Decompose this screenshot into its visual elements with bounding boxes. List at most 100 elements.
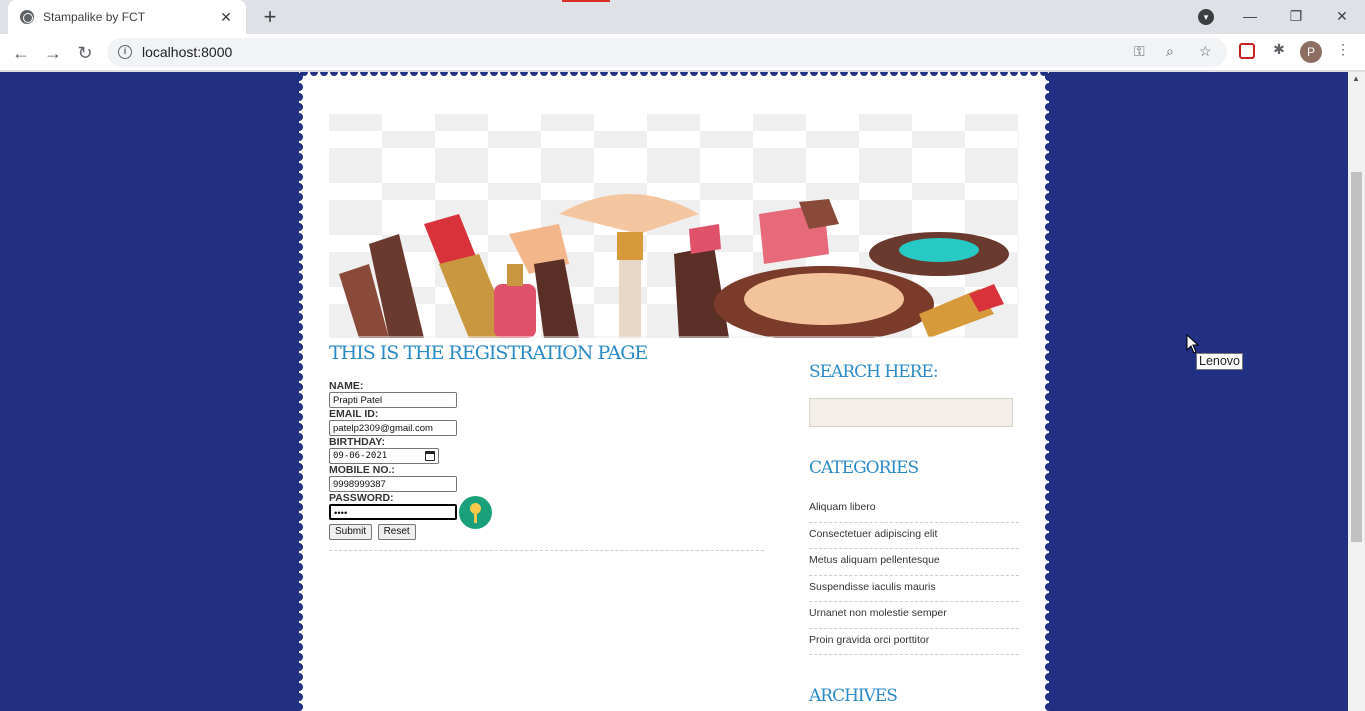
tab-search-icon[interactable]: ▾ [1198, 9, 1214, 25]
minimize-button[interactable]: — [1227, 0, 1273, 32]
stamp-perforation [295, 543, 303, 551]
zoom-icon[interactable]: ⌕ [1166, 43, 1174, 60]
key-password-icon[interactable]: ⚿ [1134, 43, 1145, 60]
category-link[interactable]: Consectetuer adipiscing elit [809, 523, 1019, 549]
tab-strip: Stampalike by FCT ✕ + ▾ — ❐ ✕ [0, 0, 1365, 34]
stamp-perforation [1045, 243, 1053, 251]
stamp-perforation [1045, 293, 1053, 301]
stamp-perforation [810, 72, 818, 76]
profile-avatar[interactable]: P [1300, 41, 1322, 63]
stamp-perforation [590, 72, 598, 76]
category-link[interactable]: Metus aliquam pellentesque [809, 549, 1019, 576]
name-input[interactable]: Prapti Patel [329, 392, 457, 408]
stamp-perforation [1045, 303, 1053, 311]
stamp-perforation [1045, 193, 1053, 201]
stamp-perforation [1045, 313, 1053, 321]
stamp-perforation [295, 133, 303, 141]
stamp-perforation [1045, 323, 1053, 331]
restore-button[interactable]: ❐ [1273, 0, 1319, 32]
sidebar-search-input[interactable] [809, 398, 1013, 427]
stamp-perforation [1045, 343, 1053, 351]
stamp-perforation [1045, 483, 1053, 491]
categories-list: Aliquam libero Consectetuer adipiscing e… [809, 496, 1019, 655]
reload-icon[interactable]: ↻ [71, 39, 99, 67]
stamp-perforation [1045, 583, 1053, 591]
birthday-date-input[interactable]: 09-06-2021 [329, 448, 439, 464]
scroll-up-arrow-icon[interactable]: ▲ [1352, 74, 1360, 83]
calendar-icon[interactable] [425, 451, 435, 461]
stamp-perforation [780, 72, 788, 76]
stamp-perforation [1045, 693, 1053, 701]
forward-icon[interactable]: → [39, 39, 67, 67]
stamp-perforation [450, 72, 458, 76]
stamp-perforation [295, 433, 303, 441]
name-label: NAME: [329, 380, 364, 392]
stamp-perforation [480, 72, 488, 76]
stamp-perforation [1045, 103, 1053, 111]
stamp-perforation [370, 72, 378, 76]
stamp-perforation [295, 633, 303, 641]
extensions-puzzle-icon[interactable]: ✱ [1268, 41, 1290, 58]
stamp-perforation [1045, 143, 1053, 151]
stamp-perforation [295, 403, 303, 411]
stamp-perforation [460, 72, 468, 76]
stamp-perforation [790, 72, 798, 76]
bookmark-star-icon[interactable]: ☆ [1199, 43, 1212, 60]
email-input[interactable]: patelp2309@gmail.com [329, 420, 457, 436]
stamp-perforation [295, 693, 303, 701]
menu-kebab-icon[interactable]: ⋮ [1332, 41, 1354, 58]
site-info-icon[interactable]: i [118, 45, 132, 59]
stamp-perforation [1045, 463, 1053, 471]
submit-button[interactable]: Submit [329, 524, 373, 540]
stamp-perforation [800, 72, 808, 76]
extension-pocket-icon[interactable] [1239, 43, 1255, 59]
stamp-perforation [1020, 72, 1028, 76]
stamp-perforation [610, 72, 618, 76]
stamp-perforation [1045, 253, 1053, 261]
stamp-perforation [1045, 493, 1053, 501]
stamp-perforation [730, 72, 738, 76]
stamp-perforation [295, 183, 303, 191]
reset-button[interactable]: Reset [377, 524, 416, 540]
mobile-input[interactable]: 9998999387 [329, 476, 457, 492]
stamp-perforation [650, 72, 658, 76]
cosmetics-banner-image [329, 114, 1019, 338]
category-link[interactable]: Proin gravida orci porttitor [809, 629, 1019, 655]
browser-tab[interactable]: Stampalike by FCT ✕ [8, 0, 246, 34]
stamp-perforation [820, 72, 828, 76]
category-link[interactable]: Urnanet non molestie semper [809, 602, 1019, 629]
stamp-perforation [295, 443, 303, 451]
stamp-perforation [295, 273, 303, 281]
stamp-perforation [1045, 503, 1053, 511]
password-input[interactable]: •••• [329, 504, 457, 520]
stamp-perforation [1045, 363, 1053, 371]
stamp-perforation [295, 343, 303, 351]
scrollbar-thumb[interactable] [1351, 172, 1362, 542]
back-icon[interactable]: ← [7, 39, 35, 67]
stamp-perforation [295, 123, 303, 131]
category-link[interactable]: Aliquam libero [809, 496, 1019, 523]
password-manager-key-icon[interactable] [459, 496, 492, 529]
stamp-perforation [1045, 113, 1053, 121]
tab-close-icon[interactable]: ✕ [218, 9, 234, 26]
stamp-perforation [880, 72, 888, 76]
url-text: localhost:8000 [142, 44, 233, 60]
close-window-button[interactable]: ✕ [1319, 0, 1365, 32]
stamp-perforation [670, 72, 678, 76]
new-tab-button[interactable]: + [258, 4, 282, 30]
category-link[interactable]: Suspendisse iaculis mauris [809, 576, 1019, 602]
tab-title: Stampalike by FCT [43, 10, 146, 24]
stamp-perforation [1045, 683, 1053, 691]
stamp-perforation [510, 72, 518, 76]
stamp-perforation [1045, 433, 1053, 441]
stamp-perforation [940, 72, 948, 76]
stamp-perforation [1045, 183, 1053, 191]
stamp-perforation [295, 73, 303, 81]
page-viewport: THIS IS THE REGISTRATION PAGE NAME: Prap… [0, 72, 1365, 711]
address-bar[interactable]: i localhost:8000 ⚿ ⌕ ☆ [107, 38, 1227, 67]
page-scrollbar[interactable]: ▲ [1348, 72, 1365, 711]
stamp-perforation [295, 573, 303, 581]
stamp-perforation [295, 563, 303, 571]
stamp-perforation [295, 683, 303, 691]
stamp-perforation [295, 333, 303, 341]
